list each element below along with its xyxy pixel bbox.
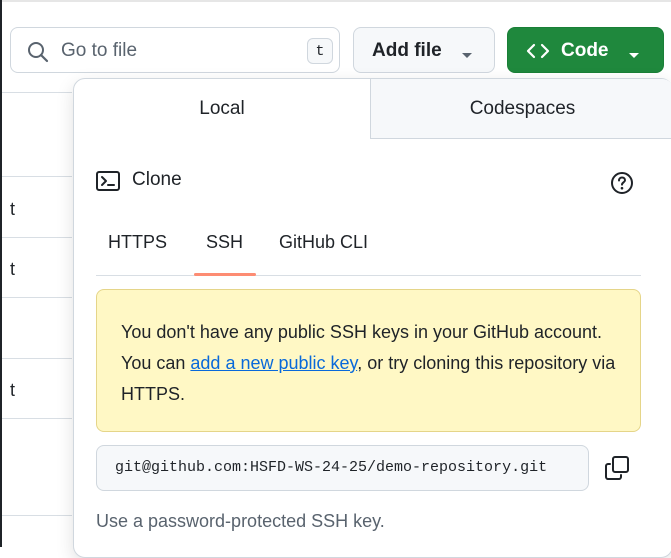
file-list-divider <box>2 418 72 419</box>
file-list-divider <box>2 297 72 298</box>
go-to-file-input[interactable]: Go to file t <box>10 27 340 73</box>
code-button[interactable]: Code <box>507 27 664 73</box>
file-list-row-text: t <box>10 199 16 219</box>
chevron-down-icon <box>461 47 473 65</box>
tab-local[interactable]: Local <box>74 79 370 139</box>
file-list-divider <box>2 515 72 516</box>
file-list-divider <box>2 237 72 238</box>
file-list-row-text: t <box>10 380 16 400</box>
ssh-key-warning: You don't have any public SSH keys in yo… <box>96 289 641 432</box>
file-list-divider <box>2 176 72 177</box>
code-icon <box>526 42 550 65</box>
tab-github-cli[interactable]: GitHub CLI <box>279 232 368 253</box>
frame-top-edge <box>0 0 671 2</box>
go-to-file-placeholder: Go to file <box>61 40 138 61</box>
add-public-key-link[interactable]: add a new public key <box>190 353 357 373</box>
tab-codespaces[interactable]: Codespaces <box>370 79 671 139</box>
add-file-label: Add file <box>372 40 442 61</box>
frame-left-edge <box>0 0 2 547</box>
chevron-down-icon <box>628 47 640 65</box>
clone-title: Clone <box>132 169 182 190</box>
add-file-button[interactable]: Add file <box>353 27 495 73</box>
clone-dropdown-panel: Local Codespaces Clone HTTPS SSH GitHub … <box>73 78 671 558</box>
file-list-divider <box>2 92 72 93</box>
tab-https[interactable]: HTTPS <box>108 232 167 253</box>
ssh-key-note: Use a password-protected SSH key. <box>96 511 385 531</box>
clone-url-field[interactable]: git@github.com:HSFD-WS-24-25/demo-reposi… <box>96 445 589 491</box>
protocol-tabs-divider <box>96 275 641 276</box>
tab-ssh[interactable]: SSH <box>206 232 243 253</box>
code-label: Code <box>561 40 609 61</box>
shortcut-key-badge: t <box>307 38 333 64</box>
search-icon <box>27 41 49 68</box>
file-list-row-text: t <box>10 259 16 279</box>
question-icon[interactable] <box>610 171 634 200</box>
file-list-divider <box>2 358 72 359</box>
active-tab-indicator <box>194 273 256 276</box>
copy-icon[interactable] <box>604 455 630 486</box>
terminal-icon <box>96 171 120 196</box>
